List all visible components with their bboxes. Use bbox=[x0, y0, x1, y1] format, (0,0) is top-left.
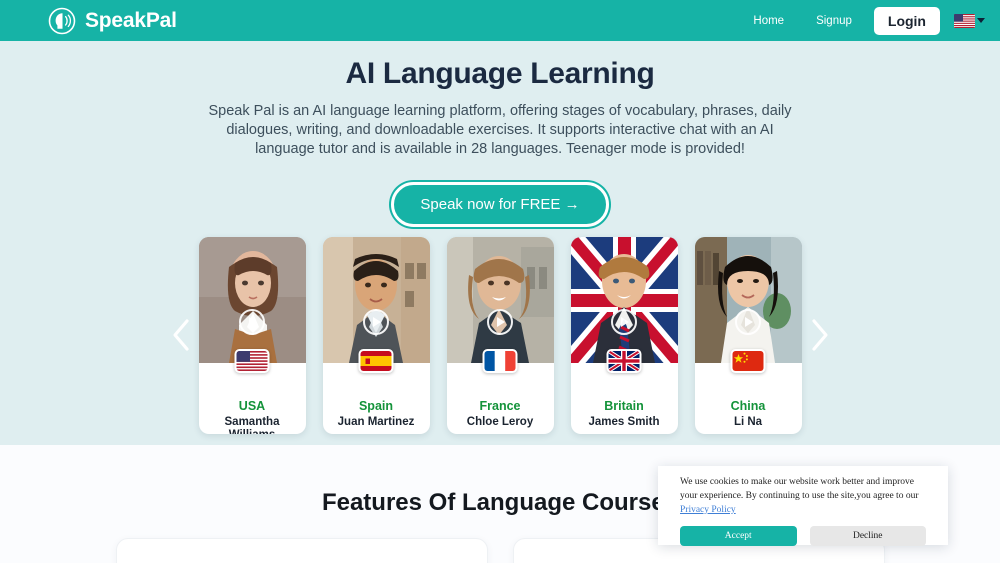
france-flag-icon bbox=[482, 348, 518, 373]
cta-container: Speak now for FREE → bbox=[0, 182, 1000, 228]
brand-logo[interactable]: SpeakPal bbox=[48, 7, 177, 35]
nav-item-signup[interactable]: Signup bbox=[800, 15, 868, 27]
tutor-card[interactable]: Britain James Smith bbox=[570, 236, 678, 434]
play-icon[interactable] bbox=[487, 308, 513, 335]
brand-name: SpeakPal bbox=[85, 8, 177, 32]
play-icon[interactable] bbox=[735, 308, 761, 335]
tutor-name: Samantha Williams bbox=[224, 415, 280, 434]
hero-subtitle: Speak Pal is an AI language learning pla… bbox=[208, 103, 792, 158]
speak-now-button[interactable]: Speak now for FREE → bbox=[391, 182, 609, 228]
play-icon[interactable] bbox=[363, 308, 389, 335]
tutor-photo bbox=[198, 236, 306, 363]
chevron-right-icon bbox=[811, 319, 828, 351]
us-flag-icon bbox=[234, 348, 270, 373]
spain-flag-icon bbox=[358, 348, 394, 373]
tutor-country: Britain bbox=[604, 398, 644, 413]
decline-cookies-button[interactable]: Decline bbox=[809, 526, 926, 547]
carousel-cards: USA Samantha Williams bbox=[198, 236, 802, 434]
tutor-photo bbox=[570, 236, 678, 363]
china-flag-icon bbox=[730, 348, 766, 373]
play-icon[interactable] bbox=[611, 308, 637, 335]
us-flag-icon bbox=[954, 13, 975, 28]
tutor-photo bbox=[446, 236, 554, 363]
britain-flag-icon bbox=[606, 348, 642, 373]
carousel-prev-button[interactable] bbox=[163, 305, 199, 365]
cookie-actions: Accept Decline bbox=[680, 526, 926, 547]
cookie-consent-banner: We use cookies to make our website work … bbox=[658, 466, 948, 547]
tutor-photo bbox=[694, 236, 802, 363]
login-button[interactable]: Login bbox=[873, 6, 940, 35]
tutor-name: Li Na bbox=[733, 415, 763, 428]
main-nav: Home Signup Login bbox=[737, 6, 985, 35]
tutor-country: USA bbox=[238, 398, 266, 413]
tutor-country: Spain bbox=[358, 398, 394, 413]
tutor-country: China bbox=[730, 398, 766, 413]
tutor-card[interactable]: Spain Juan Martinez bbox=[322, 236, 430, 434]
tutor-name: Juan Martinez bbox=[337, 415, 415, 428]
privacy-policy-link[interactable]: Privacy Policy bbox=[680, 505, 736, 515]
nav-item-home[interactable]: Home bbox=[737, 15, 800, 27]
tutor-carousel: USA Samantha Williams bbox=[0, 235, 1000, 435]
site-header: SpeakPal Home Signup Login bbox=[0, 0, 1000, 41]
tutor-card[interactable]: USA Samantha Williams bbox=[198, 236, 306, 434]
page-title: AI Language Learning bbox=[345, 57, 655, 90]
tutor-card[interactable]: China Li Na bbox=[694, 236, 802, 434]
carousel-next-button[interactable] bbox=[802, 305, 838, 365]
tutor-name: Chloe Leroy bbox=[466, 415, 534, 428]
feature-card[interactable] bbox=[115, 538, 488, 563]
chevron-left-icon bbox=[172, 319, 189, 351]
chevron-down-icon bbox=[977, 18, 985, 23]
tutor-country: France bbox=[479, 398, 521, 413]
landing-page: SpeakPal Home Signup Login AI Language L… bbox=[0, 0, 1000, 563]
language-selector[interactable] bbox=[954, 13, 985, 28]
cookie-message-text: We use cookies to make our website work … bbox=[680, 477, 919, 501]
cookie-message: We use cookies to make our website work … bbox=[680, 476, 926, 517]
tutor-photo bbox=[322, 236, 430, 363]
tutor-name: James Smith bbox=[588, 415, 660, 428]
play-icon[interactable] bbox=[239, 308, 265, 335]
accept-cookies-button[interactable]: Accept bbox=[680, 526, 797, 547]
tutor-card[interactable]: France Chloe Leroy bbox=[446, 236, 554, 434]
speaking-head-icon bbox=[48, 7, 76, 35]
